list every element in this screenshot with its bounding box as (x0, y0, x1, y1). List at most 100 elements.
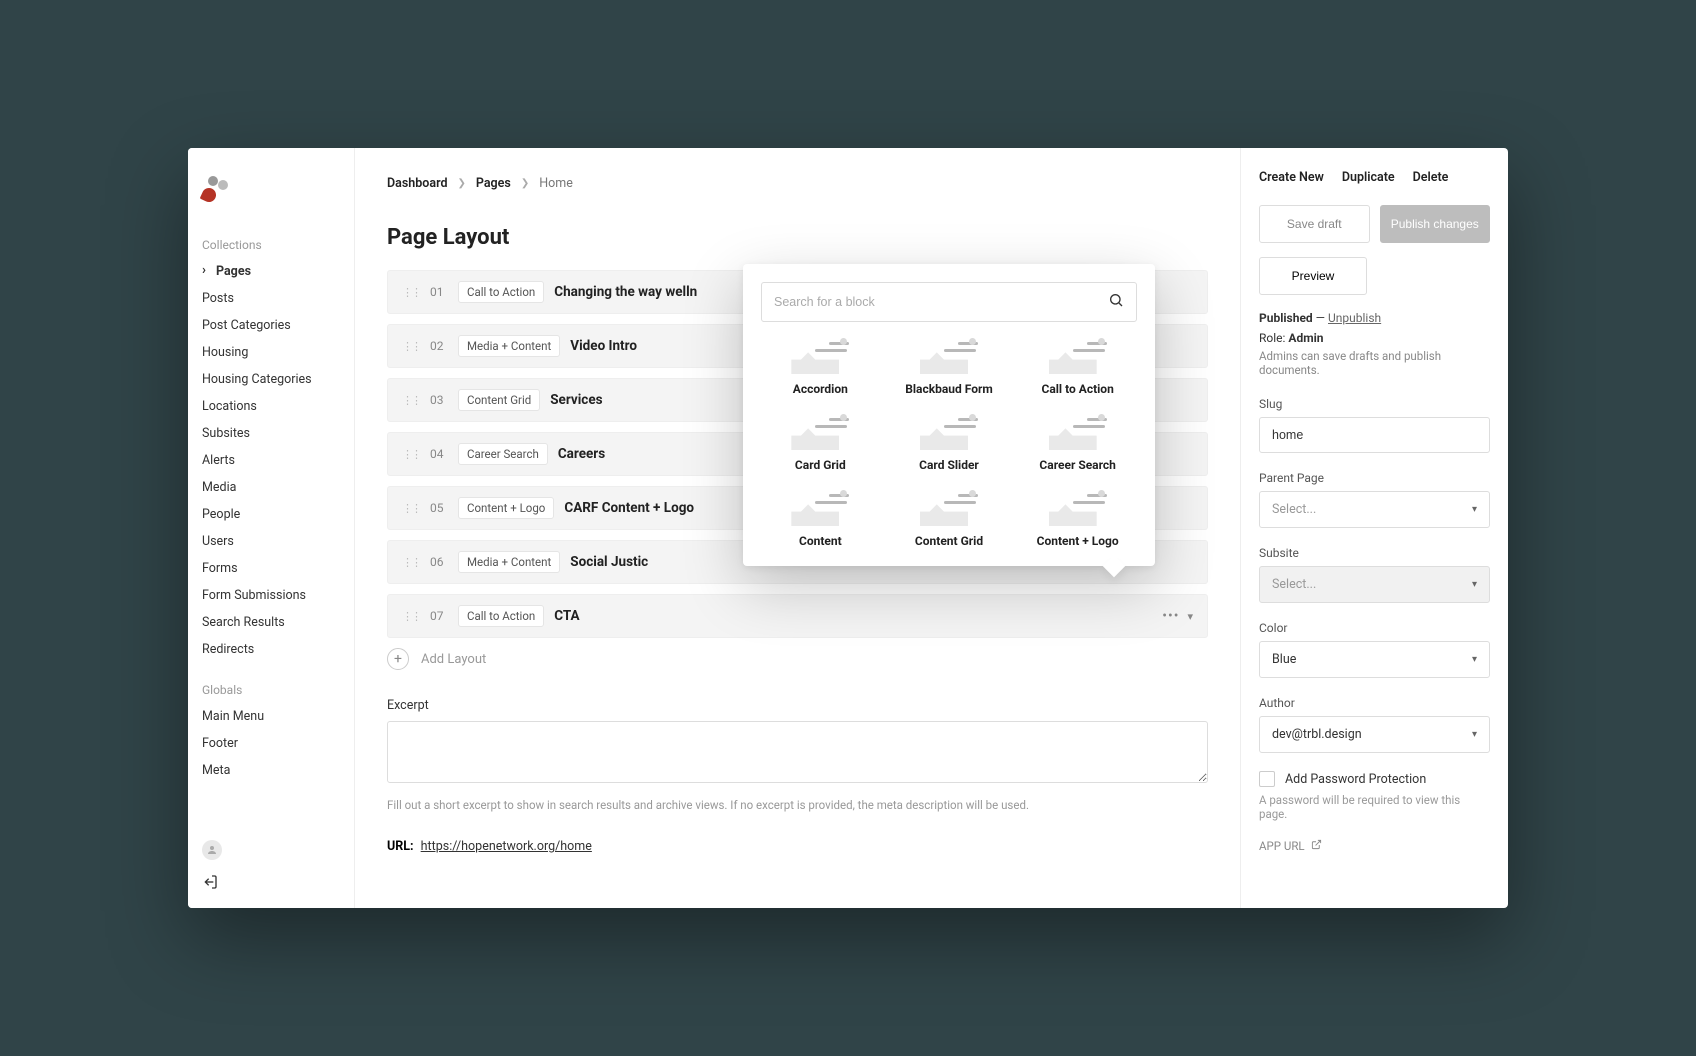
add-layout-button[interactable]: + Add Layout (387, 648, 1208, 670)
sidebar-item-main-menu[interactable]: Main Menu (188, 703, 354, 730)
app-shell: Collections PagesPostsPost CategoriesHou… (188, 148, 1508, 908)
sidebar-item-pages[interactable]: Pages (188, 258, 354, 285)
block-option-content-logo[interactable]: Content + Logo (1018, 494, 1137, 548)
drag-handle-icon[interactable]: ⋮⋮ (402, 610, 420, 623)
sidebar-item-form-submissions[interactable]: Form Submissions (188, 582, 354, 609)
sidebar-item-media[interactable]: Media (188, 474, 354, 501)
published-status: Published (1259, 311, 1313, 325)
excerpt-label: Excerpt (387, 698, 1208, 713)
create-new-button[interactable]: Create New (1259, 170, 1324, 185)
breadcrumb: Dashboard ❯ Pages ❯ Home (387, 176, 1208, 191)
block-number: 05 (430, 501, 448, 515)
role-prefix: Role: (1259, 331, 1288, 345)
sidebar-item-footer[interactable]: Footer (188, 730, 354, 757)
add-layout-label: Add Layout (421, 652, 486, 667)
parent-page-select[interactable]: Select... ▾ (1259, 491, 1490, 528)
role-value: Admin (1288, 331, 1323, 345)
block-option-call-to-action[interactable]: Call to Action (1018, 342, 1137, 396)
chevron-right-icon: ❯ (458, 178, 466, 189)
breadcrumb-item[interactable]: Pages (476, 176, 511, 191)
user-avatar[interactable] (202, 840, 222, 860)
save-draft-button[interactable]: Save draft (1259, 205, 1370, 243)
sidebar-item-post-categories[interactable]: Post Categories (188, 312, 354, 339)
sidebar-item-forms[interactable]: Forms (188, 555, 354, 582)
drag-handle-icon[interactable]: ⋮⋮ (402, 502, 420, 515)
subsite-select[interactable]: Select... ▾ (1259, 566, 1490, 603)
search-icon (1108, 292, 1124, 312)
preview-button[interactable]: Preview (1259, 257, 1367, 295)
password-protection-checkbox[interactable] (1259, 771, 1275, 787)
page-url-link[interactable]: https://hopenetwork.org/home (421, 839, 592, 854)
block-option-career-search[interactable]: Career Search (1018, 418, 1137, 472)
publish-changes-button[interactable]: Publish changes (1380, 205, 1491, 243)
sidebar-item-housing-categories[interactable]: Housing Categories (188, 366, 354, 393)
password-protection-label: Add Password Protection (1285, 772, 1426, 787)
url-label: URL: (387, 839, 414, 854)
duplicate-button[interactable]: Duplicate (1342, 170, 1395, 185)
block-number: 02 (430, 339, 448, 353)
block-thumb-icon (1049, 494, 1107, 526)
breadcrumb-item[interactable]: Dashboard (387, 176, 448, 191)
block-number: 07 (430, 609, 448, 623)
breadcrumb-item-current: Home (539, 176, 573, 191)
page-url-row: URL: https://hopenetwork.org/home (387, 839, 1208, 854)
sidebar-item-posts[interactable]: Posts (188, 285, 354, 312)
block-option-accordion[interactable]: Accordion (761, 342, 880, 396)
external-link-icon[interactable] (1311, 839, 1322, 853)
block-picker-popover: AccordionBlackbaud FormCall to Action Car… (743, 264, 1155, 566)
brand-logo (202, 176, 228, 202)
sidebar-item-meta[interactable]: Meta (188, 757, 354, 784)
sidebar-item-search-results[interactable]: Search Results (188, 609, 354, 636)
drag-handle-icon[interactable]: ⋮⋮ (402, 286, 420, 299)
sidebar-item-people[interactable]: People (188, 501, 354, 528)
sidebar-item-housing[interactable]: Housing (188, 339, 354, 366)
block-number: 01 (430, 285, 448, 299)
block-option-label: Content + Logo (1037, 534, 1119, 548)
block-type-chip: Call to Action (458, 281, 544, 303)
drag-handle-icon[interactable]: ⋮⋮ (402, 394, 420, 407)
sidebar-item-redirects[interactable]: Redirects (188, 636, 354, 663)
block-option-card-slider[interactable]: Card Slider (890, 418, 1009, 472)
block-thumb-icon (1049, 418, 1107, 450)
block-option-content-grid[interactable]: Content Grid (890, 494, 1009, 548)
block-option-blackbaud-form[interactable]: Blackbaud Form (890, 342, 1009, 396)
author-select[interactable]: dev@trbl.design ▾ (1259, 716, 1490, 753)
block-option-card-grid[interactable]: Card Grid (761, 418, 880, 472)
block-option-label: Career Search (1039, 458, 1115, 472)
block-type-chip: Media + Content (458, 551, 560, 573)
sidebar-item-locations[interactable]: Locations (188, 393, 354, 420)
role-help: Admins can save drafts and publish docum… (1259, 349, 1490, 377)
block-thumb-icon (920, 418, 978, 450)
drag-handle-icon[interactable]: ⋮⋮ (402, 556, 420, 569)
drag-handle-icon[interactable]: ⋮⋮ (402, 448, 420, 461)
subsite-label: Subsite (1259, 546, 1490, 560)
block-type-chip: Call to Action (458, 605, 544, 627)
block-number: 04 (430, 447, 448, 461)
slug-input[interactable] (1259, 417, 1490, 453)
block-more-icon[interactable]: ••• (1162, 608, 1179, 624)
sidebar-item-alerts[interactable]: Alerts (188, 447, 354, 474)
delete-button[interactable]: Delete (1413, 170, 1449, 185)
block-number: 03 (430, 393, 448, 407)
excerpt-textarea[interactable] (387, 721, 1208, 783)
layout-block[interactable]: ⋮⋮07Call to ActionCTA•••▾ (387, 594, 1208, 638)
color-select[interactable]: Blue ▾ (1259, 641, 1490, 678)
page-title: Page Layout (387, 225, 1208, 250)
chevron-right-icon: ❯ (521, 178, 529, 189)
chevron-down-icon[interactable]: ▾ (1187, 610, 1193, 623)
sidebar-item-subsites[interactable]: Subsites (188, 420, 354, 447)
sidebar-item-users[interactable]: Users (188, 528, 354, 555)
block-type-chip: Content + Logo (458, 497, 554, 519)
block-option-content[interactable]: Content (761, 494, 880, 548)
app-url-label: APP URL (1259, 839, 1305, 853)
block-thumb-icon (791, 494, 849, 526)
block-number: 06 (430, 555, 448, 569)
block-search-input[interactable] (774, 295, 1108, 309)
logout-icon[interactable] (202, 874, 340, 894)
drag-handle-icon[interactable]: ⋮⋮ (402, 340, 420, 353)
block-thumb-icon (791, 342, 849, 374)
unpublish-link[interactable]: Unpublish (1328, 311, 1381, 325)
block-option-label: Card Slider (919, 458, 979, 472)
chevron-down-icon: ▾ (1472, 654, 1477, 665)
block-thumb-icon (1049, 342, 1107, 374)
